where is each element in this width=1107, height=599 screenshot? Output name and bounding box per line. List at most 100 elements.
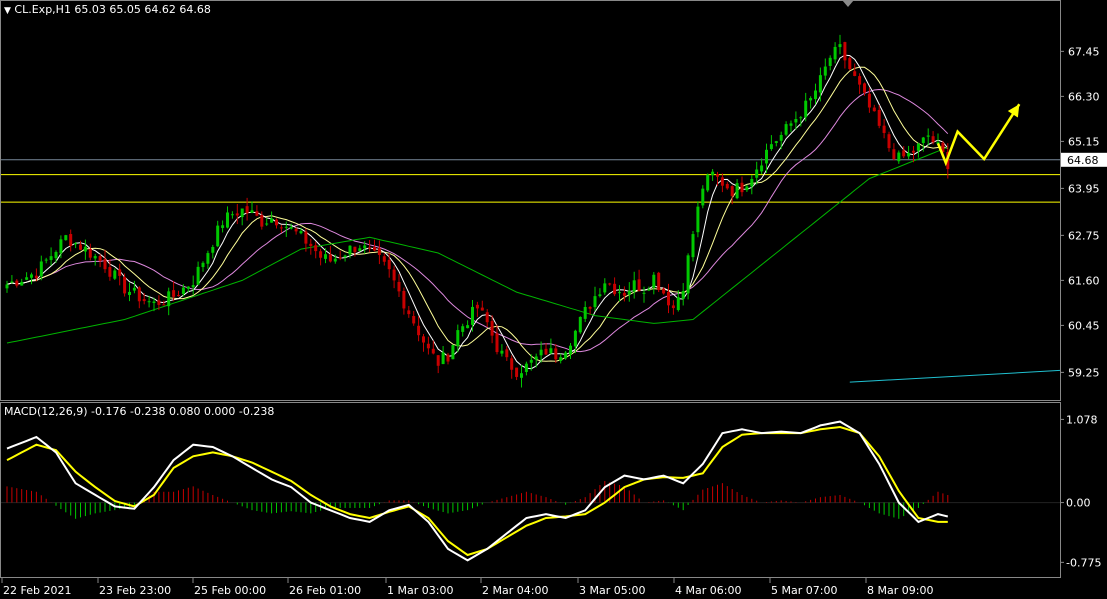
macd-panel: 1.078 0.00 -0.775 [0,402,1101,578]
candle-body [181,287,185,294]
candle-body [495,333,499,353]
candle-body [142,299,146,302]
candle-body [245,206,249,214]
time-tick-label: 3 Mar 05:00 [579,584,645,597]
price-axis: 67.45 66.30 65.15 63.95 62.75 61.60 60.45 59.25… [1060,45,1107,379]
candle-body [618,292,621,294]
candle-body [681,291,685,299]
candle-body [407,310,411,315]
candle-body [338,257,342,259]
candle-body [902,150,906,157]
candle-body [167,291,171,307]
candle-body [304,231,308,244]
candle-body [823,66,827,76]
candle-body [652,274,656,288]
candle-body [363,245,367,249]
candle-body [838,44,842,48]
candle-body [186,286,190,289]
candle-body [373,247,376,251]
candle-body [206,253,210,264]
candle-body [284,226,288,228]
candle-body [569,345,572,355]
candle-body [103,259,107,270]
candle-body [564,352,568,359]
time-tick-label: 8 Mar 09:00 [867,584,933,597]
symbol-header[interactable]: ▼ CL.Exp,H1 65.03 65.05 64.62 64.68 [4,3,211,16]
price-tick-label: 66.30 [1068,90,1100,103]
candle-body [794,118,798,123]
candle-body [382,256,386,262]
candle [706,173,710,193]
candle [657,271,661,293]
candle-body [716,174,719,177]
candle-body [529,359,533,363]
candle-body [118,269,122,276]
candle-body [368,247,372,249]
candle-body [441,352,445,365]
candle-body [510,358,514,370]
candle-body [799,117,803,119]
candle-body [735,183,739,199]
candle-body [706,174,710,191]
candle-body [324,254,327,259]
candle-body [162,304,166,306]
time-tick-label: 1 Mar 03:00 [387,584,453,597]
candle-body [593,296,597,308]
candle-body [637,279,641,292]
candle-body [588,306,592,309]
candle-body [461,326,465,332]
price-tick-label: 67.45 [1068,45,1100,58]
candle-body [730,186,734,197]
candle-body [887,134,891,149]
candle-body [377,248,381,255]
time-tick-label: 26 Feb 01:00 [289,584,361,597]
candle-body [152,301,156,303]
dropdown-arrow-icon[interactable]: ▼ [4,6,11,16]
candle-body [613,283,617,295]
time-tick-label: 5 Mar 07:00 [771,584,837,597]
candle-body [402,290,406,309]
macd-header: MACD(12,26,9) -0.176 -0.238 0.080 0.000 … [4,405,275,418]
candle-body [804,100,808,118]
candle-body [172,290,176,297]
candle-body [897,152,901,162]
candle-body [912,150,915,153]
macd-tick-label: 1.078 [1066,413,1098,426]
candle-body [446,354,450,362]
time-tick-label: 25 Feb 00:00 [194,584,266,597]
candle-body [853,71,857,76]
time-tick-label: 4 Mar 06:00 [675,584,741,597]
candle-body [426,343,430,349]
candle-body [485,312,489,323]
candle-body [578,316,582,333]
candle-body [833,46,837,60]
candle-body [647,289,651,291]
candle-body [539,349,543,356]
candle-body [20,281,24,286]
candle-body [260,215,264,227]
candle-body [818,75,822,93]
candle-body [314,245,318,252]
candle-body [64,235,68,241]
candle-body [789,123,793,126]
candle-body [216,225,220,247]
candle-body [79,244,82,250]
candle-body [475,304,479,309]
candle-body [436,355,440,366]
time-axis: 22 Feb 2021 23 Feb 23:00 25 Feb 00:00 26 Fe… [1,578,933,597]
time-tick-label: 23 Feb 23:00 [99,584,171,597]
candle-body [662,288,666,294]
candle-body [177,295,180,297]
candle-body [275,219,278,226]
candle-body [872,107,876,112]
candle-body [83,246,87,252]
candle-body [559,357,563,361]
price-panel: 67.45 66.30 65.15 63.95 62.75 61.60 60.45 59.25… [0,0,1107,401]
candle-body [843,42,847,61]
macd-tick-label: 0.00 [1066,497,1091,510]
candle-body [858,76,862,85]
candle-body [921,137,925,144]
candle-body [848,58,852,70]
candle-body [500,350,504,354]
time-tick-label: 22 Feb 2021 [3,584,71,597]
